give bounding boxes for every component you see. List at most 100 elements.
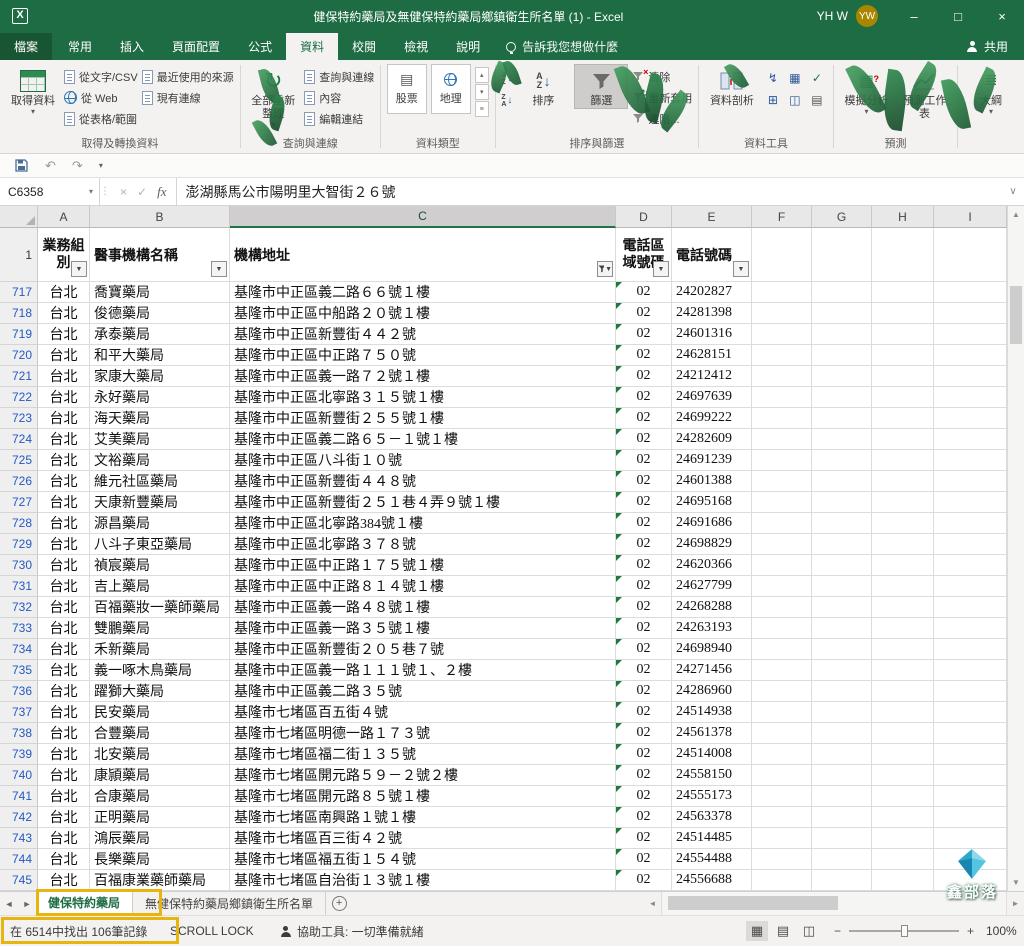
cell-pharmacy-name[interactable]: 長樂藥局	[90, 849, 230, 870]
cell-area-code[interactable]: 02	[616, 387, 672, 408]
cell-empty[interactable]	[934, 870, 1007, 891]
cell-empty[interactable]	[812, 765, 872, 786]
sort-button[interactable]: A Z ↓ 排序	[516, 64, 570, 109]
cell-empty[interactable]	[752, 702, 812, 723]
name-box-dropdown[interactable]: ▾	[83, 187, 99, 196]
cell-area-code[interactable]: 02	[616, 723, 672, 744]
cell-empty[interactable]	[934, 828, 1007, 849]
sort-descending-button[interactable]: Z A ↓	[501, 94, 512, 108]
cell-pharmacy-name[interactable]: 雙鵬藥局	[90, 618, 230, 639]
cell-phone[interactable]: 24271456	[672, 660, 752, 681]
cell-address[interactable]: 基隆市七堵區明德一路１７３號	[230, 723, 616, 744]
cell-empty[interactable]	[752, 618, 812, 639]
cell-empty[interactable]	[752, 576, 812, 597]
cell-area-code[interactable]: 02	[616, 807, 672, 828]
header-institution-address[interactable]: 機構地址 ▼	[230, 228, 616, 282]
cell-pharmacy-name[interactable]: 家康大藥局	[90, 366, 230, 387]
consolidate-button[interactable]: ⊞	[763, 90, 783, 110]
cell-empty[interactable]	[752, 660, 812, 681]
row-number[interactable]: 733	[0, 618, 38, 639]
edit-links-button[interactable]: 編輯連結	[304, 109, 374, 128]
cell-empty[interactable]	[752, 534, 812, 555]
cell-empty[interactable]	[812, 228, 872, 282]
cell-business-group[interactable]: 台北	[38, 681, 90, 702]
cell-empty[interactable]	[752, 324, 812, 345]
cell-empty[interactable]	[752, 681, 812, 702]
reapply-filter-button[interactable]: ↻ 重新套用	[632, 88, 692, 107]
cell-empty[interactable]	[812, 786, 872, 807]
cell-empty[interactable]	[872, 723, 934, 744]
horizontal-scroll-track[interactable]	[661, 892, 1007, 915]
cell-empty[interactable]	[872, 471, 934, 492]
cell-business-group[interactable]: 台北	[38, 555, 90, 576]
cell-pharmacy-name[interactable]: 合豐藥局	[90, 723, 230, 744]
row-number[interactable]: 726	[0, 471, 38, 492]
what-if-analysis-button[interactable]: ▦? 模擬分析 ▾	[839, 64, 893, 117]
cell-phone[interactable]: 24627799	[672, 576, 752, 597]
cell-area-code[interactable]: 02	[616, 597, 672, 618]
cell-empty[interactable]	[812, 723, 872, 744]
outline-button[interactable]: ≣ 大綱 ▾	[964, 64, 1018, 117]
cell-business-group[interactable]: 台北	[38, 765, 90, 786]
cell-business-group[interactable]: 台北	[38, 408, 90, 429]
from-web-button[interactable]: 從 Web	[64, 88, 138, 107]
cell-empty[interactable]	[812, 660, 872, 681]
cell-pharmacy-name[interactable]: 禾新藥局	[90, 639, 230, 660]
cell-empty[interactable]	[872, 744, 934, 765]
cell-address[interactable]: 基隆市七堵區開元路８５號１樓	[230, 786, 616, 807]
formula-bar-handle[interactable]: ⋮	[100, 178, 110, 205]
cell-empty[interactable]	[934, 786, 1007, 807]
horizontal-scrollbar[interactable]: ◄ ►	[644, 892, 1024, 915]
cell-address[interactable]: 基隆市中正區義二路６５－１號１樓	[230, 429, 616, 450]
normal-view-button[interactable]: ▦	[745, 921, 768, 941]
cell-area-code[interactable]: 02	[616, 450, 672, 471]
cell-pharmacy-name[interactable]: 躍獅大藥局	[90, 681, 230, 702]
cell-empty[interactable]	[934, 303, 1007, 324]
cell-phone[interactable]: 24620366	[672, 555, 752, 576]
row-number[interactable]: 718	[0, 303, 38, 324]
gallery-more-button[interactable]: ≡	[474, 101, 489, 117]
cell-pharmacy-name[interactable]: 源昌藥局	[90, 513, 230, 534]
cell-empty[interactable]	[872, 429, 934, 450]
cell-empty[interactable]	[872, 702, 934, 723]
row-number[interactable]: 740	[0, 765, 38, 786]
cell-business-group[interactable]: 台北	[38, 429, 90, 450]
cell-empty[interactable]	[934, 324, 1007, 345]
cell-empty[interactable]	[752, 408, 812, 429]
cell-area-code[interactable]: 02	[616, 492, 672, 513]
cell-area-code[interactable]: 02	[616, 786, 672, 807]
cell-empty[interactable]	[812, 681, 872, 702]
header-institution-name[interactable]: 醫事機構名稱 ▼	[90, 228, 230, 282]
cell-empty[interactable]	[934, 618, 1007, 639]
cell-business-group[interactable]: 台北	[38, 828, 90, 849]
cell-address[interactable]: 基隆市七堵區自治街１３號１樓	[230, 870, 616, 891]
cancel-entry-icon[interactable]: ×	[120, 185, 127, 199]
remove-duplicates-button[interactable]: ▦	[785, 68, 805, 88]
cell-empty[interactable]	[752, 366, 812, 387]
clear-filter-button[interactable]: × 清除	[632, 67, 692, 86]
cell-empty[interactable]	[872, 576, 934, 597]
cell-phone[interactable]: 24697639	[672, 387, 752, 408]
cell-address[interactable]: 基隆市中正區北寧路384號１樓	[230, 513, 616, 534]
cell-business-group[interactable]: 台北	[38, 807, 90, 828]
scroll-left-arrow[interactable]: ◄	[644, 899, 661, 908]
cell-business-group[interactable]: 台北	[38, 597, 90, 618]
cell-empty[interactable]	[812, 807, 872, 828]
cell-empty[interactable]	[872, 408, 934, 429]
cell-empty[interactable]	[934, 366, 1007, 387]
cell-empty[interactable]	[812, 345, 872, 366]
maximize-button[interactable]: □	[936, 0, 980, 32]
column-header-h[interactable]: H	[872, 206, 934, 228]
scroll-up-arrow[interactable]: ▲	[1008, 206, 1024, 223]
cell-address[interactable]: 基隆市中正區中船路２０號１樓	[230, 303, 616, 324]
cell-area-code[interactable]: 02	[616, 471, 672, 492]
filter-dropdown-button[interactable]: ▼	[653, 261, 669, 277]
cell-business-group[interactable]: 台北	[38, 702, 90, 723]
cell-pharmacy-name[interactable]: 禎宸藥局	[90, 555, 230, 576]
from-table-range-button[interactable]: 從表格/範圍	[64, 109, 138, 128]
cell-pharmacy-name[interactable]: 鴻辰藥局	[90, 828, 230, 849]
cell-address[interactable]: 基隆市中正區八斗街１０號	[230, 450, 616, 471]
cell-empty[interactable]	[752, 597, 812, 618]
cell-phone[interactable]: 24212412	[672, 366, 752, 387]
cell-address[interactable]: 基隆市中正區新豐街４４８號	[230, 471, 616, 492]
